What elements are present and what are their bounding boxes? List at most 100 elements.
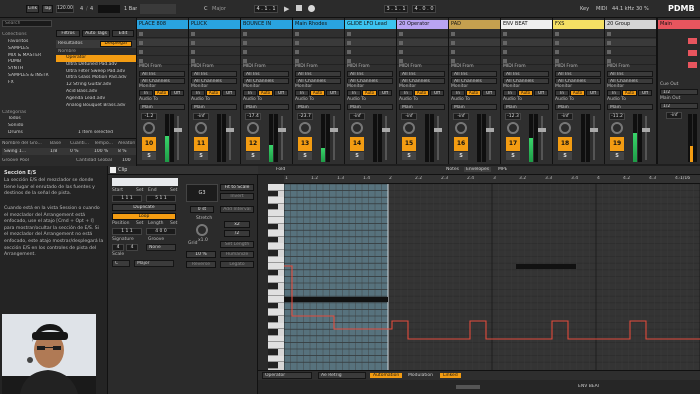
midi-note[interactable]	[284, 297, 388, 302]
monitor-auto[interactable]: Auto	[622, 90, 637, 96]
device-select[interactable]: Operator	[262, 372, 312, 379]
monitor-in[interactable]: In	[503, 90, 517, 96]
legato-button[interactable]: Legato	[220, 261, 254, 268]
clip-stop-icon[interactable]	[347, 50, 351, 54]
monitor-auto[interactable]: Auto	[362, 90, 377, 96]
clip-slot[interactable]	[397, 30, 448, 38]
clip-slot[interactable]	[605, 48, 656, 56]
clip-stop-icon[interactable]	[399, 50, 403, 54]
output-select[interactable]: Main	[503, 104, 549, 110]
monitor-auto[interactable]: Auto	[518, 90, 533, 96]
pitch-display[interactable]: G3	[186, 184, 218, 202]
piano-key[interactable]	[268, 256, 284, 264]
clip-sig-num[interactable]: 4	[112, 244, 124, 251]
track-activator[interactable]: 15	[402, 137, 416, 151]
clip-slot[interactable]	[345, 30, 396, 38]
signature-num[interactable]: 4	[80, 6, 83, 12]
volume-field[interactable]: -inf	[349, 113, 365, 120]
pan-knob[interactable]	[455, 122, 467, 134]
monitor-off[interactable]: Off	[534, 90, 548, 96]
clip-slot[interactable]	[605, 30, 656, 38]
time-ruler[interactable]: 1 1.2 1.3 1.4 2 2.2 2.3 2.4 3 3.2 3.3 3.4 4 4.2 4.3 4.4	[284, 175, 700, 184]
stretch-knob[interactable]	[196, 224, 208, 236]
tap-tempo-button[interactable]: Tap	[42, 5, 53, 13]
play-icon[interactable]: ▶	[284, 5, 289, 13]
clip-stop-icon[interactable]	[451, 59, 455, 63]
clip-stop-icon[interactable]	[295, 32, 299, 36]
input-type-select[interactable]: All Ins	[243, 71, 289, 77]
fader-track[interactable]	[593, 116, 595, 160]
clip-slot[interactable]	[449, 30, 500, 38]
clip-stop-icon[interactable]	[191, 59, 195, 63]
clip-slot[interactable]	[397, 39, 448, 47]
track-header[interactable]: BOUNCE IN	[241, 20, 292, 29]
monitor-off[interactable]: Off	[378, 90, 392, 96]
track-activator[interactable]: 16	[454, 137, 468, 151]
clip-stop-icon[interactable]	[451, 32, 455, 36]
monitor-off[interactable]: Off	[326, 90, 340, 96]
clip-stop-icon[interactable]	[555, 32, 559, 36]
clip-slot[interactable]	[189, 48, 240, 56]
output-select[interactable]: Main	[451, 104, 497, 110]
clip-stop-icon[interactable]	[555, 50, 559, 54]
place-item[interactable]: Sonido	[2, 123, 54, 130]
piano-key[interactable]	[268, 203, 278, 211]
input-type-select[interactable]: All Ins	[399, 71, 445, 77]
track-header[interactable]: 20 Group	[605, 20, 656, 29]
monitor-in[interactable]: In	[139, 90, 153, 96]
clip-stop-icon[interactable]	[607, 50, 611, 54]
solo-button[interactable]: S	[246, 152, 260, 160]
solo-button[interactable]: S	[350, 152, 364, 160]
solo-button[interactable]: S	[142, 152, 156, 160]
track-header[interactable]: PLACE 808	[137, 20, 188, 29]
place-item[interactable]: Todos	[2, 116, 54, 123]
clip-slot[interactable]	[449, 39, 500, 47]
envelope-canvas[interactable]	[284, 184, 700, 370]
result-item[interactable]: Analog Bouquet Brass.adv	[56, 103, 136, 110]
output-select[interactable]: Main	[555, 104, 601, 110]
groove-tempo[interactable]: 100 %	[94, 149, 108, 154]
auto-tags-tab[interactable]: Auto Tags	[82, 30, 110, 37]
solo-button[interactable]: S	[610, 152, 624, 160]
solo-button[interactable]: S	[454, 152, 468, 160]
search-input[interactable]: Search	[2, 20, 52, 27]
collection-item[interactable]: Favoritos	[2, 39, 54, 46]
groove-random[interactable]: 8 %	[118, 149, 127, 154]
monitor-off[interactable]: Off	[482, 90, 496, 96]
clip-stop-icon[interactable]	[607, 32, 611, 36]
clip-slot[interactable]	[241, 30, 292, 38]
place-item[interactable]: Drums	[2, 130, 54, 137]
fader-track[interactable]	[177, 116, 179, 160]
fader-track[interactable]	[229, 116, 231, 160]
collection-item[interactable]: MIX & MASTER	[2, 53, 54, 60]
fader-handle[interactable]	[330, 128, 338, 132]
piano-key[interactable]	[268, 236, 278, 244]
divide-button[interactable]: /2	[224, 230, 250, 237]
invert-button[interactable]: Invert	[220, 193, 254, 200]
master-clip-stop[interactable]	[688, 38, 697, 44]
monitor-in[interactable]: In	[451, 90, 465, 96]
collection-item[interactable]: SAMPLES & INSTR	[2, 73, 54, 80]
piano-key[interactable]	[268, 243, 284, 250]
monitor-in[interactable]: In	[555, 90, 569, 96]
master-header[interactable]: Main	[658, 20, 700, 29]
fader-handle[interactable]	[538, 128, 546, 132]
piano-key[interactable]	[268, 289, 284, 297]
groove-base[interactable]: 1/8	[50, 149, 57, 154]
monitor-auto[interactable]: Auto	[310, 90, 325, 96]
groove-row[interactable]: Swing 1... 1/8 0 % 100 % 8 %	[2, 148, 136, 155]
output-select[interactable]: Main	[347, 104, 393, 110]
monitor-off[interactable]: Off	[274, 90, 288, 96]
fader-handle[interactable]	[434, 128, 442, 132]
monitor-in[interactable]: In	[607, 90, 621, 96]
clip-stop-icon[interactable]	[139, 32, 143, 36]
clip-slot[interactable]	[189, 39, 240, 47]
master-volume[interactable]: -inf	[666, 112, 682, 119]
volume-field[interactable]: -23.7	[297, 113, 313, 120]
piano-key[interactable]	[268, 316, 278, 323]
fader-handle[interactable]	[278, 128, 286, 132]
pan-knob[interactable]	[611, 122, 623, 134]
fader-track[interactable]	[645, 116, 647, 160]
record-icon[interactable]	[308, 5, 315, 12]
track-activator[interactable]: 11	[194, 137, 208, 151]
